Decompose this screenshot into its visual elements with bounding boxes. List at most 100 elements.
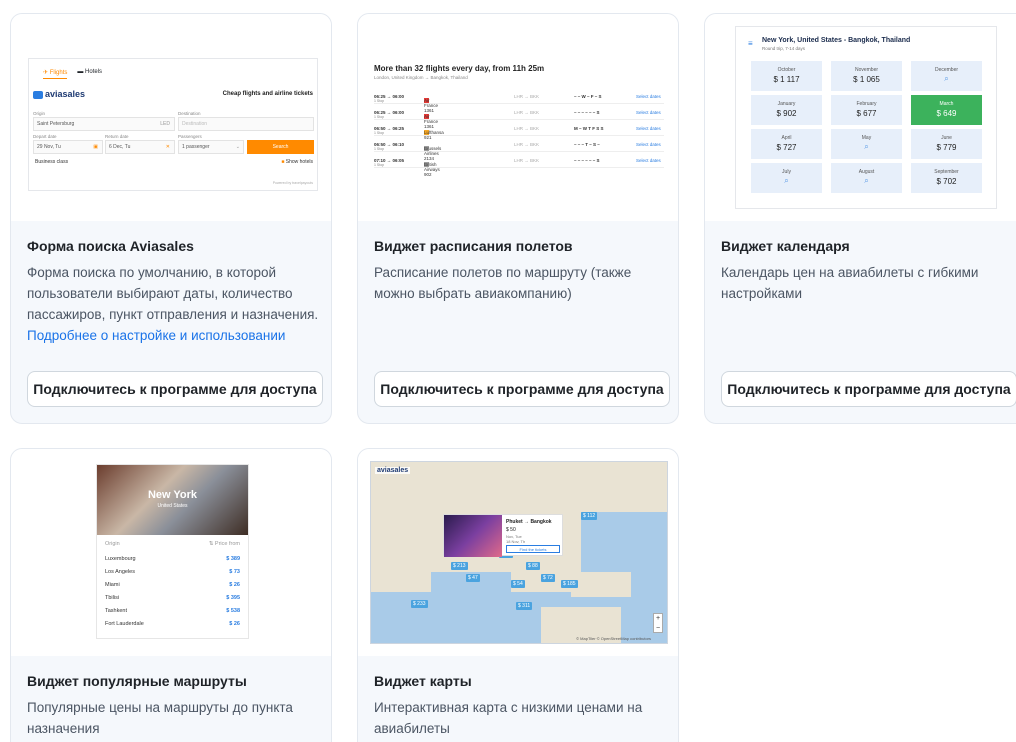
route-price: $ 73 bbox=[229, 569, 240, 575]
month-price: $ 649 bbox=[936, 109, 957, 118]
schedule-subheading: London, United Kingdom → Bangkok, Thaila… bbox=[374, 75, 468, 80]
select-dates-link[interactable]: Select dates bbox=[636, 158, 661, 163]
calendar-month-october[interactable]: October $ 1 117 bbox=[751, 61, 822, 91]
card-description: Популярные цены на маршруты до пункта на… bbox=[27, 700, 293, 736]
price-pin[interactable]: $ 47 bbox=[466, 574, 480, 582]
depart-label: Depart date bbox=[33, 134, 57, 139]
route-row[interactable]: Tbilisi $ 395 bbox=[105, 595, 240, 608]
price-pin[interactable]: $ 233 bbox=[411, 600, 428, 608]
origin-city: Fort Lauderdale bbox=[105, 621, 144, 627]
route-row[interactable]: Tashkent $ 538 bbox=[105, 608, 240, 621]
sort-price-button[interactable]: ⇅ Price from bbox=[209, 541, 240, 547]
checkbox-icon: ■ bbox=[281, 159, 285, 165]
route-price: $ 26 bbox=[229, 621, 240, 627]
flight-days: – – – T – S – bbox=[574, 142, 600, 147]
calendar-month-december[interactable]: December ⌕ bbox=[911, 61, 982, 91]
calendar-month-february[interactable]: February $ 677 bbox=[831, 95, 902, 125]
price-pin[interactable]: $ 72 bbox=[541, 574, 555, 582]
calendar-month-june[interactable]: June $ 779 bbox=[911, 129, 982, 159]
month-name: June bbox=[941, 135, 952, 141]
month-price: $ 779 bbox=[936, 143, 957, 152]
card-title: Форма поиска Aviasales bbox=[27, 238, 194, 254]
price-pin[interactable]: $ 185 bbox=[561, 580, 578, 588]
select-dates-link[interactable]: Select dates bbox=[636, 94, 661, 99]
calendar-month-april[interactable]: April $ 727 bbox=[751, 129, 822, 159]
schedule-preview: More than 32 flights every day, from 11h… bbox=[358, 14, 678, 221]
return-date-field[interactable]: 6 Dec, Tu ✕ bbox=[105, 140, 175, 154]
month-name: August bbox=[858, 169, 875, 175]
price-pin[interactable]: $ 311 bbox=[516, 602, 533, 610]
select-dates-link[interactable]: Select dates bbox=[636, 126, 661, 131]
tab-flights[interactable]: ✈ Flights bbox=[43, 69, 68, 79]
search-button[interactable]: Search bbox=[247, 140, 314, 154]
destination-field[interactable]: Destination bbox=[178, 117, 314, 131]
schedule-row: 06:50 → 06:25 1 Stop Lufthansa 921 LHR → BK… bbox=[374, 122, 664, 140]
connect-program-button[interactable]: Подключитесь к программе для доступа bbox=[721, 371, 1016, 407]
popular-routes-preview: New York United States Origin ⇅ Price fr… bbox=[11, 449, 331, 656]
bed-icon: ▬ bbox=[77, 69, 84, 75]
business-class-checkbox[interactable]: Business class bbox=[35, 159, 68, 165]
search-icon[interactable]: ⌕ bbox=[751, 176, 822, 186]
price-pin[interactable]: $ 112 bbox=[581, 512, 598, 520]
origin-city: Miami bbox=[105, 582, 120, 588]
calendar-month-january[interactable]: January $ 902 bbox=[751, 95, 822, 125]
month-name: July bbox=[782, 169, 791, 175]
card-title: Виджет расписания полетов bbox=[374, 238, 573, 254]
popular-routes-widget: New York United States Origin ⇅ Price fr… bbox=[96, 464, 249, 639]
price-pin[interactable]: $ 54 bbox=[511, 580, 525, 588]
map-preview: aviasales $ 213 $ 50 $ 88$ 72 $ 112 $ 47 $ 54… bbox=[358, 449, 678, 656]
origin-city: Los Angeles bbox=[105, 569, 135, 575]
tagline: Cheap flights and airline tickets bbox=[222, 91, 313, 97]
origin-label: Origin bbox=[33, 111, 46, 116]
menu-icon[interactable]: ≡ bbox=[748, 40, 756, 48]
popup-title: Phuket → Bangkok bbox=[506, 519, 552, 525]
route-row[interactable]: Miami $ 26 bbox=[105, 582, 240, 595]
search-icon[interactable]: ⌕ bbox=[831, 142, 902, 152]
route-popup[interactable]: Phuket → Bangkok $ 50 Nov, Tue 18 Nov, T… bbox=[443, 514, 563, 557]
route-row[interactable]: Los Angeles $ 73 bbox=[105, 569, 240, 582]
card-title: Виджет календаря bbox=[721, 238, 850, 254]
calendar-month-november[interactable]: November $ 1 065 bbox=[831, 61, 902, 91]
learn-more-link[interactable]: Подробнее о настройке и использовании bbox=[27, 325, 321, 346]
month-name: January bbox=[777, 101, 796, 107]
passengers-label: Passengers bbox=[178, 134, 202, 139]
calendar-widget: ≡ New York, United States - Bangkok, Tha… bbox=[735, 26, 997, 209]
month-price: $ 1 065 bbox=[853, 75, 880, 84]
price-pin[interactable]: $ 88 bbox=[526, 562, 540, 570]
depart-date-field[interactable]: 29 Nov, Tu ▣ bbox=[33, 140, 103, 154]
select-dates-link[interactable]: Select dates bbox=[636, 142, 661, 147]
city-name: New York bbox=[147, 489, 198, 501]
price-pin[interactable]: $ 213 bbox=[451, 562, 468, 570]
flight-route: LHR → BKK bbox=[514, 158, 540, 163]
map-widget[interactable]: aviasales $ 213 $ 50 $ 88$ 72 $ 112 $ 47 $ 54… bbox=[370, 461, 668, 644]
flight-route: LHR → BKK bbox=[514, 142, 540, 147]
find-tickets-button[interactable]: Find the tickets bbox=[506, 545, 560, 553]
calendar-month-july[interactable]: July ⌕ bbox=[751, 163, 822, 193]
flight-stops: 1 Stop bbox=[374, 99, 385, 103]
passengers-select[interactable]: 1 passenger ⌄ bbox=[178, 140, 244, 154]
plane-icon: ✈ bbox=[43, 70, 49, 76]
calendar-month-september[interactable]: September $ 702 bbox=[911, 163, 982, 193]
zoom-controls: + − bbox=[653, 613, 663, 633]
card-popular-routes-widget: New York United States Origin ⇅ Price fr… bbox=[10, 448, 332, 742]
route-row[interactable]: Fort Lauderdale $ 26 bbox=[105, 621, 240, 634]
flight-stops: 1 Stop bbox=[374, 147, 385, 151]
calendar-month-may[interactable]: May ⌕ bbox=[831, 129, 902, 159]
calendar-month-august[interactable]: August ⌕ bbox=[831, 163, 902, 193]
map-attribution: © MapTiler © OpenStreetMap contributors bbox=[576, 636, 651, 641]
connect-program-button[interactable]: Подключитесь к программе для доступа bbox=[374, 371, 670, 407]
show-hotels-checkbox[interactable]: ■ Show hotels bbox=[281, 159, 313, 165]
zoom-in-button[interactable]: + bbox=[654, 614, 662, 624]
zoom-out-button[interactable]: − bbox=[654, 624, 662, 634]
calendar-month-march[interactable]: March $ 649 bbox=[911, 95, 982, 125]
route-row[interactable]: Luxembourg $ 389 bbox=[105, 556, 240, 569]
search-icon[interactable]: ⌕ bbox=[911, 74, 982, 84]
month-price: $ 902 bbox=[776, 109, 797, 118]
search-icon[interactable]: ⌕ bbox=[831, 176, 902, 186]
clear-icon[interactable]: ✕ bbox=[166, 144, 170, 150]
flight-days: – – – – – – S bbox=[574, 110, 600, 115]
tab-hotels[interactable]: ▬ Hotels bbox=[77, 69, 102, 79]
origin-field[interactable]: Saint Petersburg LED bbox=[33, 117, 175, 131]
connect-program-button[interactable]: Подключитесь к программе для доступа bbox=[27, 371, 323, 407]
select-dates-link[interactable]: Select dates bbox=[636, 110, 661, 115]
